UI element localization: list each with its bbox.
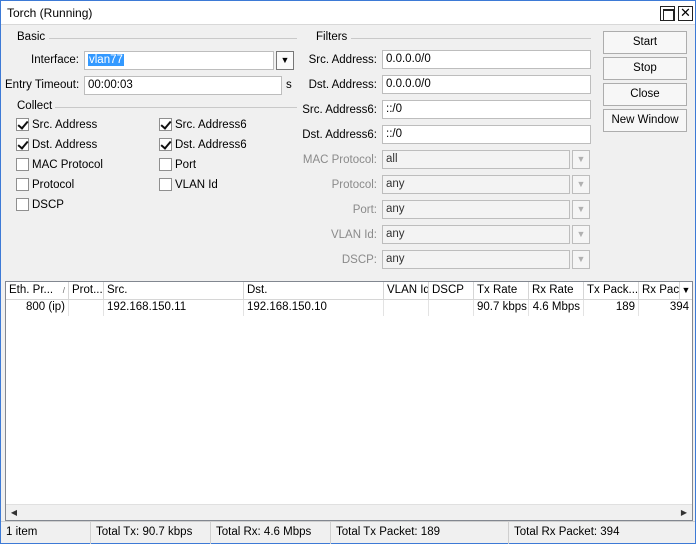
label-src-address: Src. Address	[32, 119, 98, 131]
start-button[interactable]: Start	[603, 31, 687, 54]
interface-label: Interface:	[31, 54, 79, 66]
port-dropdown-icon[interactable]: ▼	[572, 200, 590, 219]
collect-divider	[55, 107, 297, 108]
src-address-input[interactable]: 0.0.0.0/0	[382, 50, 591, 69]
mac-protocol-dropdown-icon[interactable]: ▼	[572, 150, 590, 169]
label-mac-protocol: MAC Protocol	[32, 159, 103, 171]
col-tx-rate[interactable]: Tx Rate	[474, 282, 529, 300]
label-src-address6: Src. Address6	[175, 119, 247, 131]
dst-address-label: Dst. Address:	[308, 79, 377, 91]
cell-src: 192.168.150.11	[104, 300, 244, 316]
maximize-icon[interactable]	[660, 6, 675, 21]
col-rx-rate[interactable]: Rx Rate	[529, 282, 584, 300]
new-window-button[interactable]: New Window	[603, 109, 687, 132]
src-address6-input[interactable]: ::/0	[382, 100, 591, 119]
interface-value: vlan77	[88, 54, 124, 66]
checkbox-src-address6[interactable]	[159, 118, 172, 131]
dst-address6-label: Dst. Address6:	[302, 129, 377, 141]
protocol-label: Protocol:	[331, 179, 377, 191]
cell-tx-rate: 90.7 kbps	[474, 300, 529, 316]
cell-rx-packet: 394	[669, 301, 689, 313]
checkbox-protocol[interactable]	[16, 178, 29, 191]
port-select[interactable]: any	[382, 200, 570, 219]
label-dscp: DSCP	[32, 199, 64, 211]
label-dst-address: Dst. Address	[32, 139, 98, 151]
vlan-id-dropdown-icon[interactable]: ▼	[572, 225, 590, 244]
checkbox-src-address[interactable]	[16, 118, 29, 131]
label-vlan-id: VLAN Id	[175, 179, 218, 191]
basic-section-label: Basic	[17, 31, 46, 43]
cell-dst: 192.168.150.10	[244, 300, 384, 316]
collect-section-label: Collect	[17, 100, 53, 112]
protocol-dropdown-icon[interactable]: ▼	[572, 175, 590, 194]
entry-timeout-input[interactable]: 00:00:03	[84, 76, 282, 95]
col-protocol[interactable]: Prot...	[69, 282, 104, 300]
cell-eth-protocol: 800 (ip)	[6, 300, 69, 316]
dscp-select[interactable]: any	[382, 250, 570, 269]
table-row[interactable]: 800 (ip) 192.168.150.11 192.168.150.10 9…	[6, 300, 692, 316]
checkbox-vlan-id[interactable]	[159, 178, 172, 191]
horizontal-scrollbar[interactable]: ◀ ▶	[6, 504, 692, 520]
status-total-tx-packet: Total Tx Packet: 189	[331, 522, 509, 544]
vlan-id-label: VLAN Id:	[330, 229, 377, 241]
label-port: Port	[175, 159, 197, 171]
cell-tx-packet: 189	[584, 300, 639, 316]
checkbox-dscp[interactable]	[16, 198, 29, 211]
src-address-label: Src. Address:	[308, 54, 377, 66]
port-label: Port:	[352, 204, 377, 216]
sort-icon: /	[62, 286, 65, 295]
column-menu-icon[interactable]: ▼	[680, 282, 692, 300]
src-address6-label: Src. Address6:	[302, 104, 377, 116]
col-dscp[interactable]: DSCP	[429, 282, 474, 300]
cell-rx-rate: 4.6 Mbps	[529, 300, 584, 316]
checkbox-dst-address6[interactable]	[159, 138, 172, 151]
cell-vlan-id	[384, 300, 429, 316]
window-title: Torch (Running)	[7, 6, 93, 20]
vlan-id-select[interactable]: any	[382, 225, 570, 244]
col-tx-packet[interactable]: Tx Pack...	[584, 282, 639, 300]
col-src[interactable]: Src.	[104, 282, 244, 300]
interface-select[interactable]: vlan77	[84, 51, 274, 70]
entry-timeout-label: Entry Timeout:	[5, 79, 80, 91]
protocol-select[interactable]: any	[382, 175, 570, 194]
filters-divider	[351, 38, 591, 39]
col-rx-packet[interactable]: Rx Pac	[639, 282, 680, 300]
mac-protocol-select[interactable]: all	[382, 150, 570, 169]
label-dst-address6: Dst. Address6	[175, 139, 247, 151]
cell-protocol	[69, 300, 104, 316]
col-eth-protocol[interactable]: Eth. Pr... /	[6, 282, 69, 300]
close-icon[interactable]: ✕	[678, 6, 693, 21]
checkbox-mac-protocol[interactable]	[16, 158, 29, 171]
scroll-right-icon[interactable]: ▶	[676, 505, 692, 521]
dst-address-input[interactable]: 0.0.0.0/0	[382, 75, 591, 94]
table-header: Eth. Pr... / Prot... Src. Dst. VLAN Id DS…	[6, 282, 692, 300]
status-total-tx: Total Tx: 90.7 kbps	[91, 522, 211, 544]
title-bar[interactable]: Torch (Running) ✕	[1, 1, 695, 25]
filters-section-label: Filters	[316, 31, 348, 43]
cell-dscp	[429, 300, 474, 316]
col-vlan-id[interactable]: VLAN Id	[384, 282, 429, 300]
status-total-rx: Total Rx: 4.6 Mbps	[211, 522, 331, 544]
dscp-label: DSCP:	[341, 254, 377, 266]
torch-window: Torch (Running) ✕ Basic Interface: vlan7…	[0, 0, 696, 544]
checkbox-dst-address[interactable]	[16, 138, 29, 151]
basic-divider	[49, 38, 297, 39]
mac-protocol-label: MAC Protocol:	[302, 154, 377, 166]
close-button[interactable]: Close	[603, 83, 687, 106]
stop-button[interactable]: Stop	[603, 57, 687, 80]
dscp-dropdown-icon[interactable]: ▼	[572, 250, 590, 269]
torch-table[interactable]: Eth. Pr... / Prot... Src. Dst. VLAN Id DS…	[5, 281, 693, 521]
checkbox-port[interactable]	[159, 158, 172, 171]
scroll-left-icon[interactable]: ◀	[6, 505, 22, 521]
status-total-rx-packet: Total Rx Packet: 394	[514, 526, 620, 538]
status-item-count: 1 item	[1, 522, 91, 544]
col-dst[interactable]: Dst.	[244, 282, 384, 300]
dst-address6-input[interactable]: ::/0	[382, 125, 591, 144]
label-protocol: Protocol	[32, 179, 75, 191]
status-bar: 1 item Total Tx: 90.7 kbps Total Rx: 4.6…	[1, 521, 695, 544]
